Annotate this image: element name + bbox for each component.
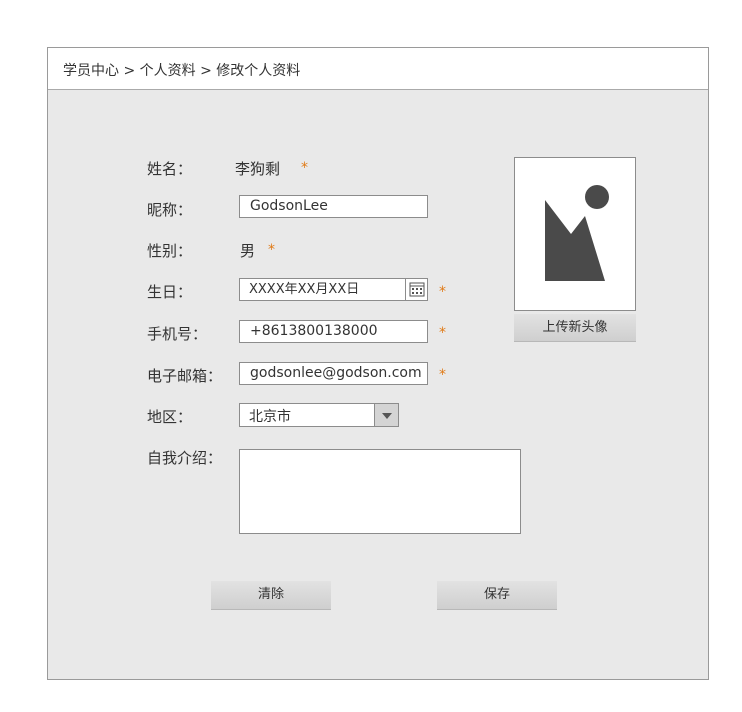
required-mark: * [268, 242, 275, 258]
breadcrumb: 学员中心 > 个人资料 > 修改个人资料 [63, 63, 301, 79]
required-mark: * [439, 325, 446, 341]
gender-label: 性别： [147, 242, 193, 260]
intro-label: 自我介绍： [147, 449, 223, 467]
name-value: 李狗剩 [235, 160, 281, 178]
required-mark: * [301, 160, 308, 176]
intro-textarea[interactable] [239, 449, 521, 534]
birthday-label: 生日： [147, 283, 193, 301]
region-select[interactable]: 北京市 [239, 403, 399, 427]
save-button[interactable]: 保存 [437, 581, 557, 610]
required-mark: * [439, 284, 446, 300]
phone-label: 手机号： [147, 325, 208, 343]
panel-header: 学员中心 > 个人资料 > 修改个人资料 [48, 48, 708, 90]
birthday-input[interactable]: XXXX年XX月XX日 [239, 278, 428, 301]
birthday-value: XXXX年XX月XX日 [249, 282, 360, 297]
upload-avatar-button[interactable]: 上传新头像 [514, 314, 636, 342]
clear-button[interactable]: 清除 [211, 581, 331, 610]
email-label: 电子邮箱： [147, 367, 223, 385]
gender-value: 男 [240, 242, 256, 260]
nickname-label: 昵称： [147, 201, 193, 219]
required-mark: * [439, 367, 446, 383]
image-placeholder-icon [545, 185, 609, 281]
avatar-image [514, 157, 636, 311]
region-value: 北京市 [249, 409, 291, 425]
name-label: 姓名： [147, 160, 193, 178]
email-input[interactable]: godsonlee@godson.com [239, 362, 428, 385]
calendar-icon[interactable] [405, 279, 427, 300]
nickname-input[interactable]: GodsonLee [239, 195, 428, 218]
phone-input[interactable]: +8613800138000 [239, 320, 428, 343]
chevron-down-icon[interactable] [374, 404, 398, 426]
region-label: 地区： [147, 408, 193, 426]
edit-profile-panel: 学员中心 > 个人资料 > 修改个人资料 姓名： 李狗剩 * 昵称： Godso… [47, 47, 709, 680]
